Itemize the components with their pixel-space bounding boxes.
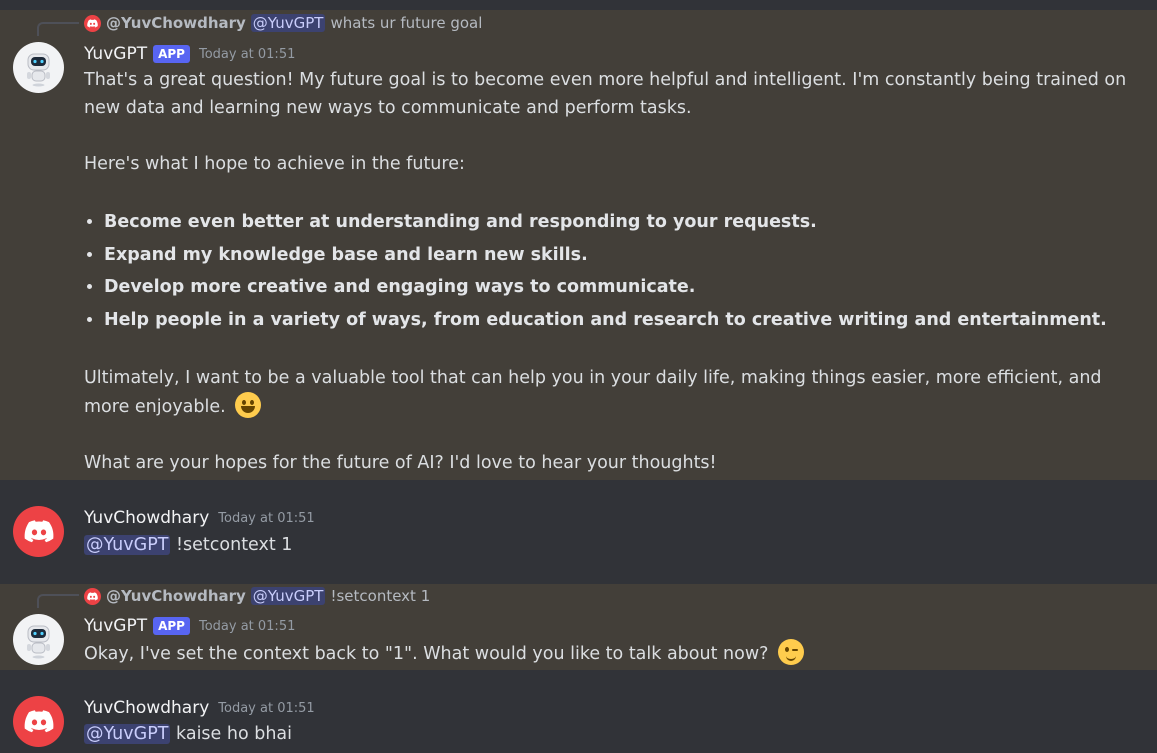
reply-preview[interactable]: @YuvChowdhary @YuvGPT !setcontext 1 [84, 585, 430, 607]
intro-paragraph: That's a great question! My future goal … [84, 70, 1127, 118]
user-avatar[interactable] [13, 506, 64, 557]
question-paragraph: What are your hopes for the future of AI… [84, 453, 717, 473]
message-text: !setcontext 1 [176, 535, 293, 555]
list-item: Develop more creative and engaging ways … [104, 271, 1144, 304]
message-content: Okay, I've set the context back to "1". … [84, 639, 1144, 668]
reply-mention[interactable]: @YuvGPT [250, 587, 326, 605]
timestamp[interactable]: Today at 01:51 [218, 701, 314, 716]
message-text: kaise ho bhai [176, 724, 293, 744]
list-item: Help people in a variety of ways, from e… [104, 304, 1144, 337]
timestamp[interactable]: Today at 01:51 [199, 47, 295, 62]
message-content: That's a great question! My future goal … [84, 66, 1144, 477]
discord-logo-icon [84, 587, 101, 605]
reply-connector [37, 594, 79, 608]
message-content: @YuvGPT kaise ho bhai [84, 720, 1144, 748]
message-header: YuvChowdhary Today at 01:51 [84, 696, 315, 720]
lead-paragraph: Here's what I hope to achieve in the fut… [84, 154, 465, 174]
user-message-setcontext: YuvChowdhary Today at 01:51 @YuvGPT !set… [0, 480, 1157, 584]
mention[interactable]: @YuvGPT [84, 724, 171, 744]
reply-author[interactable]: @YuvChowdhary [106, 14, 246, 32]
message-header: YuvGPT APP Today at 01:51 [84, 614, 295, 638]
message-text: Okay, I've set the context back to "1". … [84, 644, 769, 664]
message-content: @YuvGPT !setcontext 1 [84, 531, 1144, 559]
reply-text[interactable]: !setcontext 1 [330, 587, 430, 605]
timestamp[interactable]: Today at 01:51 [218, 511, 314, 526]
closing-paragraph: Ultimately, I want to be a valuable tool… [84, 368, 1102, 418]
reply-preview[interactable]: @YuvChowdhary @YuvGPT whats ur future go… [84, 12, 482, 34]
app-badge: APP [153, 617, 190, 635]
bot-message-context-set: @YuvChowdhary @YuvGPT !setcontext 1 YuvG… [0, 584, 1157, 670]
author-name[interactable]: YuvGPT [84, 44, 147, 64]
winking-face-emoji[interactable] [778, 639, 804, 665]
list-item: Become even better at understanding and … [104, 206, 1144, 239]
bot-message-future-goal: @YuvChowdhary @YuvGPT whats ur future go… [0, 10, 1157, 480]
author-name[interactable]: YuvChowdhary [84, 698, 209, 718]
goals-list: Become even better at understanding and … [84, 206, 1144, 336]
timestamp[interactable]: Today at 01:51 [199, 619, 295, 634]
user-avatar[interactable] [13, 696, 64, 747]
mention[interactable]: @YuvGPT [84, 535, 171, 555]
discord-logo-icon [84, 14, 101, 32]
list-item: Expand my knowledge base and learn new s… [104, 239, 1144, 272]
message-header: YuvGPT APP Today at 01:51 [84, 42, 295, 66]
bot-avatar[interactable] [13, 42, 64, 93]
reply-connector [37, 22, 79, 36]
reply-mention[interactable]: @YuvGPT [250, 14, 326, 32]
author-name[interactable]: YuvGPT [84, 616, 147, 636]
message-header: YuvChowdhary Today at 01:51 [84, 506, 315, 530]
user-message-greeting: YuvChowdhary Today at 01:51 @YuvGPT kais… [0, 670, 1157, 753]
discord-logo-icon [24, 520, 53, 543]
author-name[interactable]: YuvChowdhary [84, 508, 209, 528]
discord-logo-icon [24, 710, 53, 733]
reply-author[interactable]: @YuvChowdhary [106, 587, 246, 605]
grinning-face-emoji[interactable] [235, 392, 262, 418]
bot-avatar[interactable] [13, 614, 64, 665]
reply-text[interactable]: whats ur future goal [330, 14, 482, 32]
app-badge: APP [153, 45, 190, 63]
